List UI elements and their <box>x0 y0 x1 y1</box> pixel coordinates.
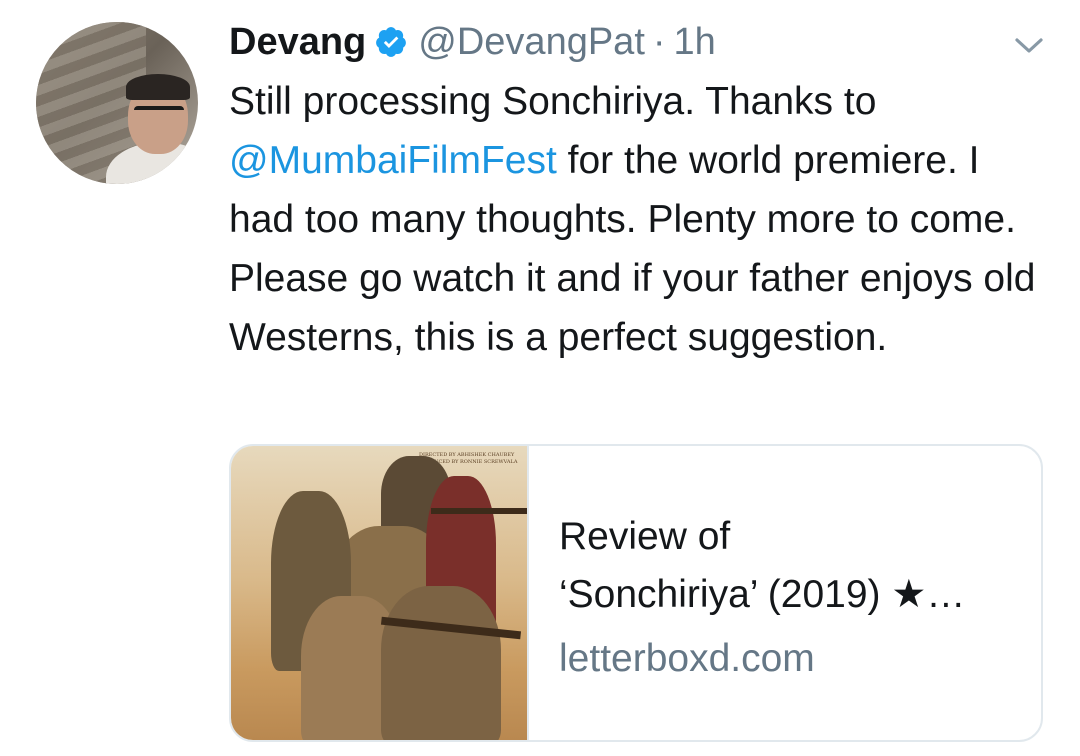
timestamp[interactable]: 1h <box>674 21 716 64</box>
tweet-text-part: Still processing Sonchiriya. Thanks to <box>229 80 877 123</box>
card-domain: letterboxd.com <box>559 637 815 680</box>
mention-link[interactable]: @MumbaiFilmFest <box>229 139 557 182</box>
separator: · <box>652 20 666 63</box>
avatar-glasses <box>134 106 184 120</box>
poster-rifle <box>431 508 527 514</box>
tweet-text: Still processing Sonchiriya. Thanks to @… <box>229 72 1049 367</box>
author-handle[interactable]: @DevangPat <box>418 21 645 64</box>
author-name[interactable]: Devang <box>229 21 366 64</box>
poster-figure <box>381 586 501 740</box>
chevron-down-icon[interactable] <box>1012 30 1046 60</box>
avatar[interactable] <box>36 22 198 184</box>
verified-badge-icon <box>376 27 407 57</box>
link-card[interactable]: DIRECTED BY ABHISHEK CHAUBEY PRODUCED BY… <box>229 444 1043 742</box>
poster-credit-line: DIRECTED BY ABHISHEK CHAUBEY <box>419 452 515 458</box>
card-poster-image: DIRECTED BY ABHISHEK CHAUBEY PRODUCED BY… <box>231 446 529 740</box>
avatar-hair <box>126 74 190 100</box>
tweet[interactable]: Devang @DevangPat · 1h Still processing … <box>0 0 1080 756</box>
tweet-header: Devang @DevangPat · 1h <box>229 16 716 68</box>
card-title: Review of ‘Sonchiriya’ (2019) ★… <box>559 515 966 616</box>
